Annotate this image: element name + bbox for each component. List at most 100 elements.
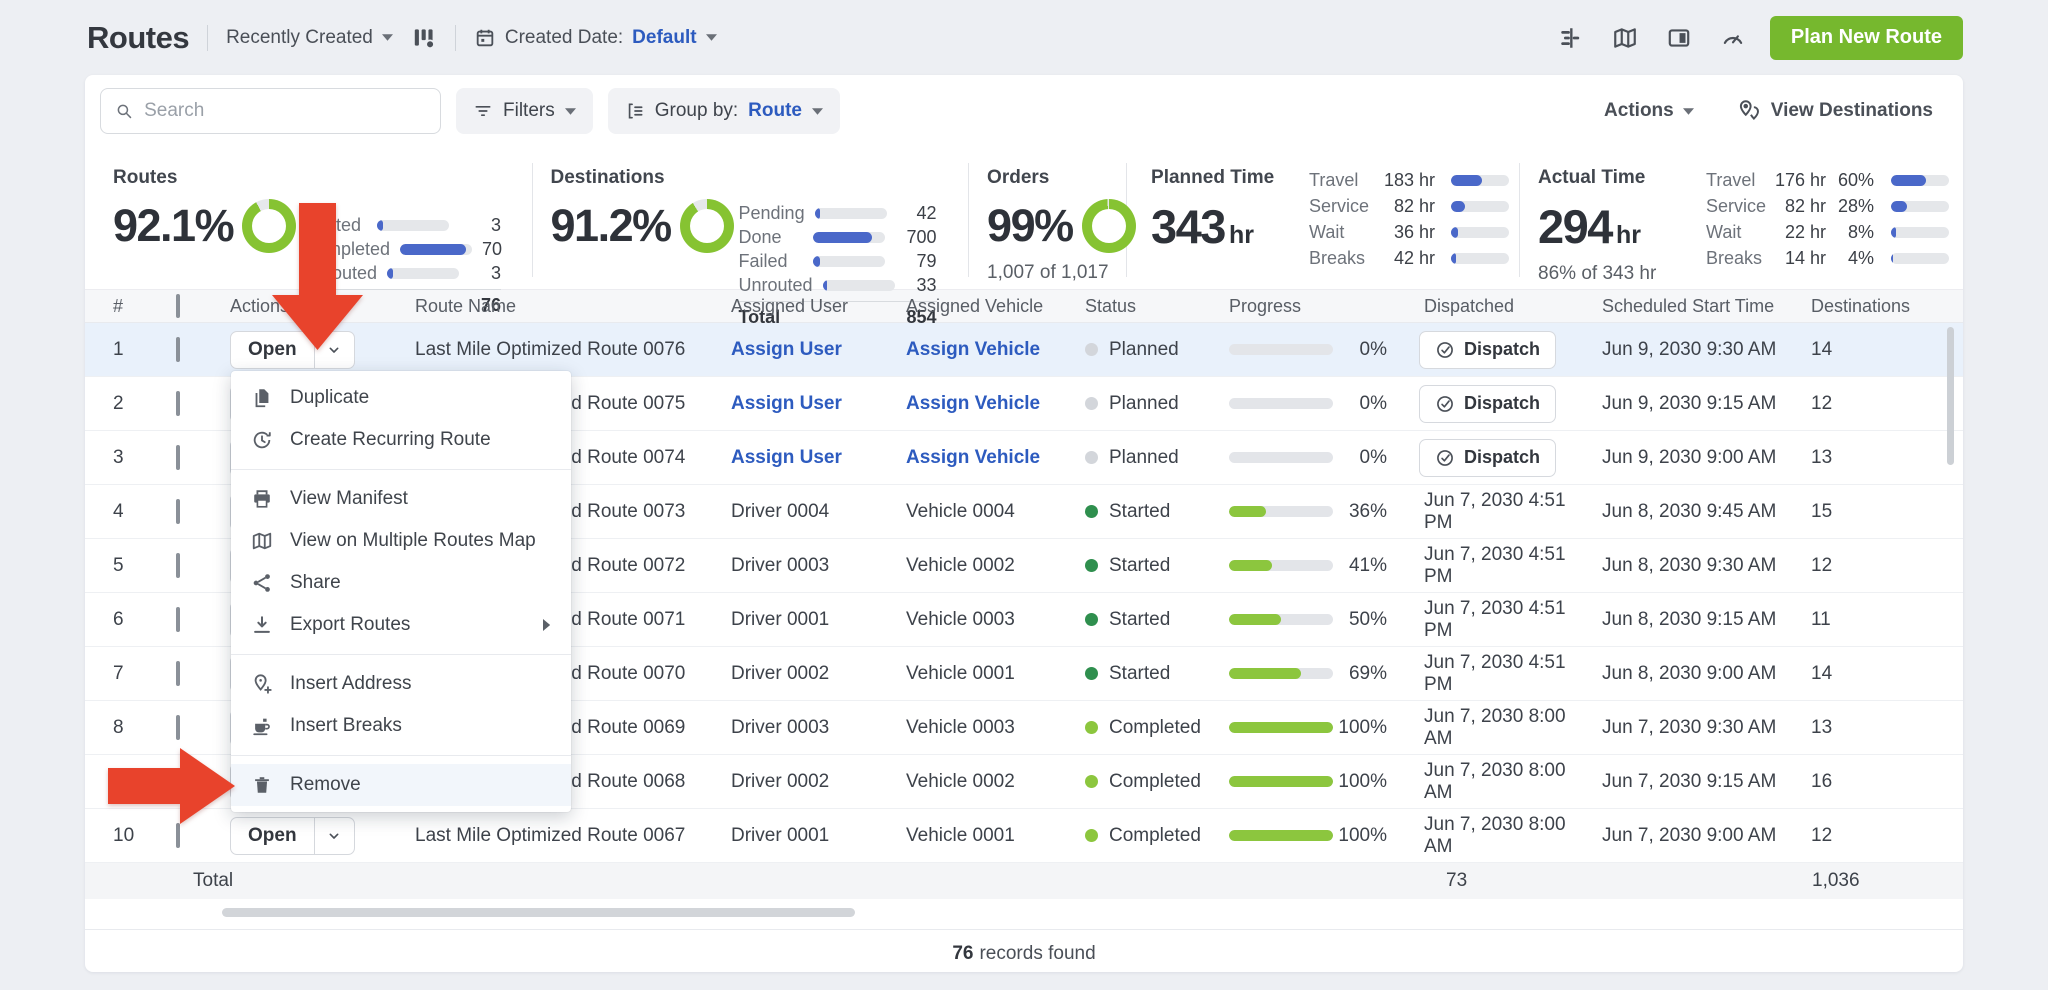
status-dot-icon (1085, 667, 1098, 680)
side-panel-icon[interactable] (1666, 25, 1692, 51)
assign-vehicle-link[interactable]: Assign Vehicle (880, 393, 1060, 415)
scheduled-start-time-cell: Jun 9, 2030 9:30 AM (1580, 339, 1790, 361)
select-all-checkbox[interactable] (176, 294, 180, 318)
row-number: 1 (85, 339, 149, 361)
status-label: Started (1109, 501, 1170, 523)
column-header-num[interactable]: # (85, 296, 149, 317)
row-checkbox[interactable] (176, 607, 180, 632)
open-route-dropdown-toggle[interactable] (314, 332, 354, 368)
menu-item-duplicate[interactable]: Duplicate (231, 377, 571, 419)
row-checkbox[interactable] (176, 553, 180, 578)
progress-percent: 100% (1333, 717, 1387, 739)
status-dot-icon (1085, 775, 1098, 788)
assign-user-link[interactable]: Assign User (705, 393, 880, 415)
stat-legend-row: Unrouted33 (739, 273, 937, 297)
open-route-label[interactable]: Open (231, 332, 314, 368)
assigned-vehicle-cell: Vehicle 0001 (880, 825, 1060, 847)
column-header-actions[interactable]: Actions (207, 296, 387, 317)
search-input[interactable] (144, 100, 426, 122)
status-label: Started (1109, 555, 1170, 577)
dispatched-cell: Jun 7, 2030 8:00 AM (1390, 760, 1580, 804)
destinations-count-cell: 15 (1790, 501, 1963, 523)
filters-label: Filters (503, 100, 555, 122)
open-route-button[interactable]: Open (230, 331, 355, 369)
created-date-filter[interactable]: Created Date: Default (474, 27, 717, 49)
dashboard-gauge-icon[interactable] (1720, 25, 1746, 51)
vertical-scrollbar-thumb[interactable] (1947, 327, 1954, 465)
plan-new-route-button[interactable]: Plan New Route (1770, 16, 1963, 60)
open-route-label[interactable]: Open (231, 818, 314, 854)
column-header-status[interactable]: Status (1060, 296, 1205, 317)
row-checkbox[interactable] (176, 823, 180, 848)
menu-item-insert-address[interactable]: Insert Address (231, 663, 571, 705)
menu-item-insert-breaks[interactable]: Insert Breaks (231, 705, 571, 747)
menu-item-create-recurring-route[interactable]: Create Recurring Route (231, 419, 571, 461)
menu-item-view-manifest[interactable]: View Manifest (231, 478, 571, 520)
assigned-vehicle-cell: Vehicle 0002 (880, 771, 1060, 793)
dispatch-button[interactable]: Dispatch (1419, 439, 1556, 477)
legend-label: Completed (303, 239, 390, 260)
row-checkbox[interactable] (176, 445, 180, 470)
progress-bar (1229, 614, 1333, 625)
row-checkbox[interactable] (176, 499, 180, 524)
actual-time-legend: Travel176 hr60%Service82 hr28%Wait22 hr8… (1706, 167, 1949, 285)
horizontal-scrollbar-thumb[interactable] (222, 908, 855, 917)
column-header-dispatched[interactable]: Dispatched (1390, 296, 1580, 317)
table-row[interactable]: 10OpenLast Mile Optimized Route 0067Driv… (85, 809, 1963, 863)
map-view-icon[interactable] (1612, 25, 1638, 51)
menu-item-remove[interactable]: Remove (231, 764, 571, 806)
dispatch-button[interactable]: Dispatch (1419, 331, 1556, 369)
column-header-assigned-vehicle[interactable]: Assigned Vehicle (880, 296, 1060, 317)
group-by-button[interactable]: Group by: Route (608, 88, 840, 134)
legend-label: Travel (1309, 170, 1371, 191)
progress-cell: 0% (1205, 393, 1390, 415)
menu-item-label: Create Recurring Route (290, 429, 491, 451)
column-header-progress[interactable]: Progress (1205, 296, 1390, 317)
column-header-destinations[interactable]: Destinations (1790, 296, 1963, 317)
column-header-scheduled-start-time[interactable]: Scheduled Start Time (1580, 296, 1790, 317)
menu-item-view-on-multiple-routes-map[interactable]: View on Multiple Routes Map (231, 520, 571, 562)
chevron-down-icon (1683, 108, 1694, 115)
assigned-vehicle-cell: Vehicle 0003 (880, 717, 1060, 739)
menu-item-share[interactable]: Share (231, 562, 571, 604)
routes-timeline-icon[interactable] (1558, 25, 1584, 51)
sort-dropdown[interactable]: Recently Created (226, 27, 393, 49)
row-checkbox[interactable] (176, 661, 180, 686)
dispatch-button[interactable]: Dispatch (1419, 385, 1556, 423)
scheduled-start-time-cell: Jun 8, 2030 9:45 AM (1580, 501, 1790, 523)
scheduled-start-time-cell: Jun 8, 2030 9:15 AM (1580, 609, 1790, 631)
coffee-icon (251, 715, 273, 737)
assign-vehicle-link[interactable]: Assign Vehicle (880, 447, 1060, 469)
legend-value: 82 hr (1371, 196, 1435, 217)
stat-mini-bar (1451, 175, 1509, 186)
progress-bar (1229, 560, 1333, 571)
row-checkbox[interactable] (176, 769, 180, 794)
row-checkbox[interactable] (176, 715, 180, 740)
filters-button[interactable]: Filters (456, 88, 593, 134)
row-checkbox[interactable] (176, 337, 180, 362)
column-header-route-name[interactable]: Route Name (387, 296, 705, 317)
view-destinations-button[interactable]: View Destinations (1736, 98, 1933, 124)
table-columns-settings-icon[interactable] (411, 25, 437, 51)
assign-user-link[interactable]: Assign User (705, 447, 880, 469)
assign-vehicle-link[interactable]: Assign Vehicle (880, 339, 1060, 361)
stat-mini-bar (1891, 175, 1949, 186)
stat-label: Actual Time (1538, 167, 1706, 189)
map-pins-icon (1736, 98, 1762, 124)
legend-value: 82 hr (1764, 196, 1826, 217)
stat-label: Destinations (551, 167, 955, 189)
search-box[interactable] (100, 88, 441, 134)
open-route-dropdown-toggle[interactable] (314, 818, 354, 854)
open-route-button[interactable]: Open (230, 817, 355, 855)
route-actions-context-menu: Duplicate Create Recurring Route View Mani… (231, 371, 571, 812)
menu-item-export-routes[interactable]: Export Routes (231, 604, 571, 646)
progress-cell: 41% (1205, 555, 1390, 577)
stat-legend-row: Completed70 (303, 237, 501, 261)
assign-user-link[interactable]: Assign User (705, 339, 880, 361)
actions-dropdown[interactable]: Actions (1604, 100, 1694, 122)
assigned-user-cell: Driver 0003 (705, 555, 880, 577)
stat-routes: Routes 92.1% Started3Completed70Unrouted… (113, 151, 532, 289)
column-header-assigned-user[interactable]: Assigned User (705, 296, 880, 317)
table-row[interactable]: 1OpenLast Mile Optimized Route 0076Assig… (85, 323, 1963, 377)
row-checkbox[interactable] (176, 391, 180, 416)
